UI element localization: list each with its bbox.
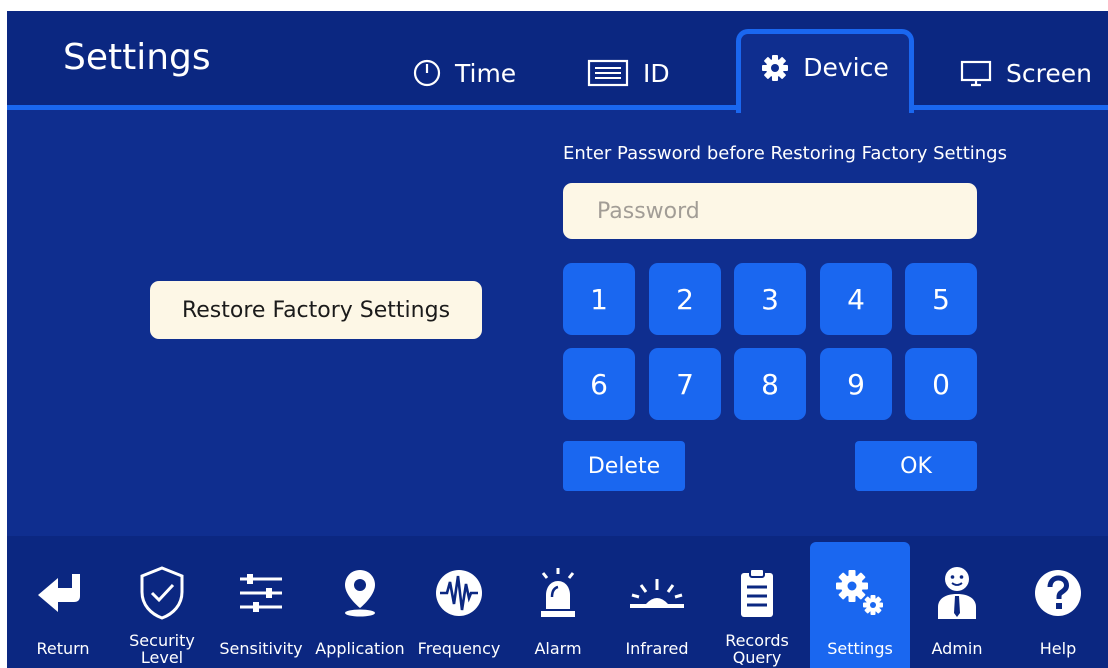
tab-screen-label: Screen: [1006, 58, 1092, 88]
tab-screen[interactable]: Screen: [960, 39, 1092, 107]
clipboard-icon: [707, 566, 807, 620]
key-4-button[interactable]: 4: [820, 263, 892, 335]
nav-help[interactable]: Help: [1008, 536, 1108, 668]
nav-sensitivity-label: Sensitivity: [219, 639, 303, 658]
tab-id[interactable]: ID: [587, 39, 670, 107]
location-pin-icon: [310, 566, 410, 620]
tab-underline: [913, 105, 1108, 110]
tab-device[interactable]: Device: [736, 29, 914, 113]
restore-factory-settings-button[interactable]: Restore Factory Settings: [150, 281, 482, 339]
key-6-button[interactable]: 6: [563, 348, 635, 420]
key-0-button[interactable]: 0: [905, 348, 977, 420]
key-7-button[interactable]: 7: [649, 348, 721, 420]
shield-check-icon: [112, 566, 212, 620]
nav-application[interactable]: Application: [310, 536, 410, 668]
return-arrow-icon: [13, 566, 113, 620]
key-9-button[interactable]: 9: [820, 348, 892, 420]
nav-settings-label: Settings: [827, 639, 893, 658]
page-title: Settings: [63, 37, 211, 78]
nav-alarm-label: Alarm: [534, 639, 582, 658]
admin-user-icon: [907, 566, 1007, 620]
password-prompt: Enter Password before Restoring Factory …: [563, 143, 1007, 164]
nav-frequency[interactable]: Frequency: [409, 536, 509, 668]
tab-id-label: ID: [643, 58, 670, 88]
alarm-siren-icon: [508, 566, 608, 620]
ok-button[interactable]: OK: [855, 441, 977, 491]
nav-security-level-label: Security Level: [129, 631, 195, 667]
gears-icon: [810, 566, 910, 620]
nav-frequency-label: Frequency: [417, 639, 501, 658]
delete-button[interactable]: Delete: [563, 441, 685, 491]
monitor-icon: [960, 59, 992, 87]
sliders-icon: [211, 566, 311, 620]
nav-admin-label: Admin: [931, 639, 983, 658]
nav-application-label: Application: [315, 639, 405, 658]
key-5-button[interactable]: 5: [905, 263, 977, 335]
tab-time[interactable]: Time: [413, 39, 516, 107]
key-3-button[interactable]: 3: [734, 263, 806, 335]
key-8-button[interactable]: 8: [734, 348, 806, 420]
gear-icon: [761, 54, 789, 82]
clock-icon: [413, 59, 441, 87]
nav-settings[interactable]: Settings: [810, 542, 910, 668]
nav-records-query[interactable]: Records Query: [707, 536, 807, 668]
infrared-icon: [607, 566, 707, 620]
nav-infrared[interactable]: Infrared: [607, 536, 707, 668]
nav-records-query-label: Records Query: [725, 631, 789, 667]
id-card-icon: [587, 59, 629, 87]
header-bar: Settings Time ID Device Screen: [7, 11, 1108, 113]
tab-device-label: Device: [803, 53, 889, 82]
nav-return-label: Return: [36, 639, 90, 658]
help-icon: [1008, 566, 1108, 620]
tab-time-label: Time: [455, 58, 517, 88]
tab-underline: [7, 105, 737, 110]
settings-window: Settings Time ID Device Screen Restore F…: [7, 11, 1108, 668]
bottom-nav: Return Security Level Sensitivity Applic…: [7, 536, 1108, 668]
key-2-button[interactable]: 2: [649, 263, 721, 335]
password-input[interactable]: [563, 183, 977, 239]
nav-sensitivity[interactable]: Sensitivity: [211, 536, 311, 668]
nav-infrared-label: Infrared: [625, 639, 689, 658]
nav-help-label: Help: [1039, 639, 1077, 658]
nav-alarm[interactable]: Alarm: [508, 536, 608, 668]
nav-return[interactable]: Return: [13, 536, 113, 668]
nav-admin[interactable]: Admin: [907, 536, 1007, 668]
key-1-button[interactable]: 1: [563, 263, 635, 335]
waveform-icon: [409, 566, 509, 620]
nav-security-level[interactable]: Security Level: [112, 536, 212, 668]
